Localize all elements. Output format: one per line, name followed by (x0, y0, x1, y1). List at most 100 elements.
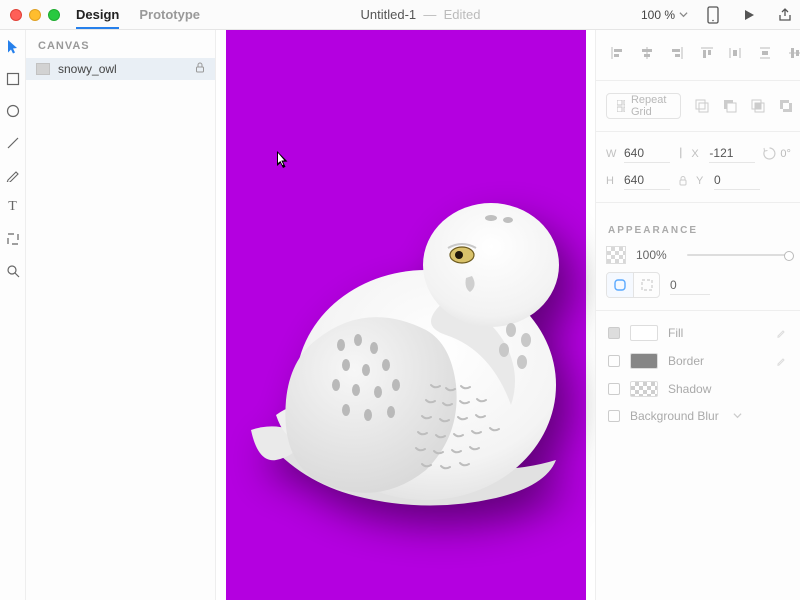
document-title: Untitled-1 — Edited (200, 7, 641, 22)
artboard-snowy-owl[interactable] (226, 30, 586, 600)
rotation-value[interactable]: 0° (780, 148, 800, 160)
layer-row[interactable]: snowy_owl (26, 58, 215, 80)
tool-strip: T (0, 30, 26, 600)
border-checkbox[interactable] (608, 355, 620, 367)
distribute-h-button[interactable] (724, 42, 746, 64)
shadow-label: Shadow (668, 382, 711, 396)
window-controls (0, 9, 70, 21)
align-vcenter-button[interactable] (784, 42, 800, 64)
tab-design[interactable]: Design (76, 1, 119, 29)
border-edit-icon[interactable] (776, 354, 788, 369)
height-label: H (606, 175, 618, 187)
fill-row: Fill (596, 319, 800, 347)
zoom-value: 100 % (641, 8, 675, 22)
shadow-checkbox[interactable] (608, 383, 620, 395)
width-value[interactable]: 640 (624, 144, 670, 163)
canvas-area[interactable] (216, 30, 595, 600)
title-separator: — (420, 7, 444, 22)
distribute-v-button[interactable] (754, 42, 776, 64)
zoom-control[interactable]: 100 % (641, 8, 688, 22)
bgblur-checkbox[interactable] (608, 410, 620, 422)
y-label: Y (696, 175, 708, 187)
owl-artwork (246, 190, 576, 510)
align-hcenter-icon (640, 46, 654, 60)
select-tool[interactable] (4, 38, 22, 56)
ellipse-tool[interactable] (4, 102, 22, 120)
height-field[interactable]: H 640 (606, 171, 670, 190)
fill-checkbox[interactable] (608, 327, 620, 339)
artboard-tool[interactable] (4, 230, 22, 248)
layers-header: CANVAS (26, 30, 215, 58)
align-controls (596, 38, 800, 72)
y-field[interactable]: Y 0 (696, 171, 760, 190)
chevron-down-icon[interactable] (733, 409, 742, 423)
x-field[interactable]: X -121 (691, 144, 755, 163)
width-field[interactable]: W 640 (606, 144, 670, 163)
rotation-field[interactable]: 0° (763, 147, 800, 160)
share-button[interactable] (774, 4, 796, 26)
zoom-tool[interactable] (4, 262, 22, 280)
minimize-window-button[interactable] (29, 9, 41, 21)
width-label: W (606, 148, 618, 160)
border-row: Border (596, 347, 800, 375)
fill-label: Fill (668, 326, 683, 340)
path-exclude-button[interactable] (775, 95, 797, 117)
align-top-button[interactable] (696, 42, 718, 64)
fill-swatch[interactable] (630, 325, 658, 341)
rectangle-tool[interactable] (4, 70, 22, 88)
play-preview-button[interactable] (738, 4, 760, 26)
path-intersect-button[interactable] (747, 95, 769, 117)
maximize-window-button[interactable] (48, 9, 60, 21)
path-subtract-button[interactable] (719, 95, 741, 117)
distribute-h-icon (728, 46, 742, 60)
corner-radius-value[interactable]: 0 (670, 276, 710, 295)
repeat-grid-button[interactable]: Repeat Grid (606, 93, 681, 119)
link-wh-icon[interactable]: ┃ (678, 148, 683, 159)
line-icon (6, 136, 20, 150)
fill-eyedropper-icon[interactable] (776, 326, 788, 341)
corner-uniform-button[interactable] (607, 273, 633, 297)
opacity-swatch[interactable] (606, 246, 626, 264)
path-exclude-icon (779, 99, 793, 113)
close-window-button[interactable] (10, 9, 22, 21)
text-icon: T (8, 199, 17, 215)
repeat-grid-row: Repeat Grid (596, 89, 800, 123)
rotation-icon (763, 147, 776, 160)
path-intersect-icon (751, 99, 765, 113)
device-preview-button[interactable] (702, 4, 724, 26)
pointer-icon (6, 39, 20, 55)
align-right-button[interactable] (666, 42, 688, 64)
lock-icon[interactable] (195, 62, 205, 76)
distribute-v-icon (758, 46, 772, 60)
corner-individual-button[interactable] (633, 273, 659, 297)
line-tool[interactable] (4, 134, 22, 152)
appearance-header: APPEARANCE (596, 211, 800, 242)
chevron-down-icon (679, 10, 688, 19)
opacity-slider[interactable] (687, 254, 790, 256)
layers-panel: CANVAS snowy_owl (26, 30, 216, 600)
x-value[interactable]: -121 (709, 144, 755, 163)
repeat-grid-label: Repeat Grid (631, 94, 671, 118)
document-status: Edited (444, 7, 481, 22)
bgblur-row: Background Blur (596, 403, 800, 429)
corner-mode-segmented[interactable] (606, 272, 660, 298)
align-hcenter-button[interactable] (636, 42, 658, 64)
tab-prototype[interactable]: Prototype (139, 1, 200, 29)
opacity-value[interactable]: 100% (636, 248, 667, 262)
link-wh-icon2[interactable] (678, 176, 688, 186)
magnifier-icon (6, 264, 20, 278)
height-value[interactable]: 640 (624, 171, 670, 190)
border-swatch[interactable] (630, 353, 658, 369)
align-left-button[interactable] (606, 42, 628, 64)
pen-tool[interactable] (4, 166, 22, 184)
path-add-button[interactable] (691, 95, 713, 117)
mouse-cursor-icon (276, 150, 290, 170)
play-icon (742, 8, 756, 22)
corner-individual-icon (640, 278, 654, 292)
ellipse-icon (6, 104, 20, 118)
phone-icon (706, 6, 720, 24)
shadow-swatch[interactable] (630, 381, 658, 397)
text-tool[interactable]: T (4, 198, 22, 216)
artboard-icon (6, 232, 20, 246)
y-value[interactable]: 0 (714, 171, 760, 190)
